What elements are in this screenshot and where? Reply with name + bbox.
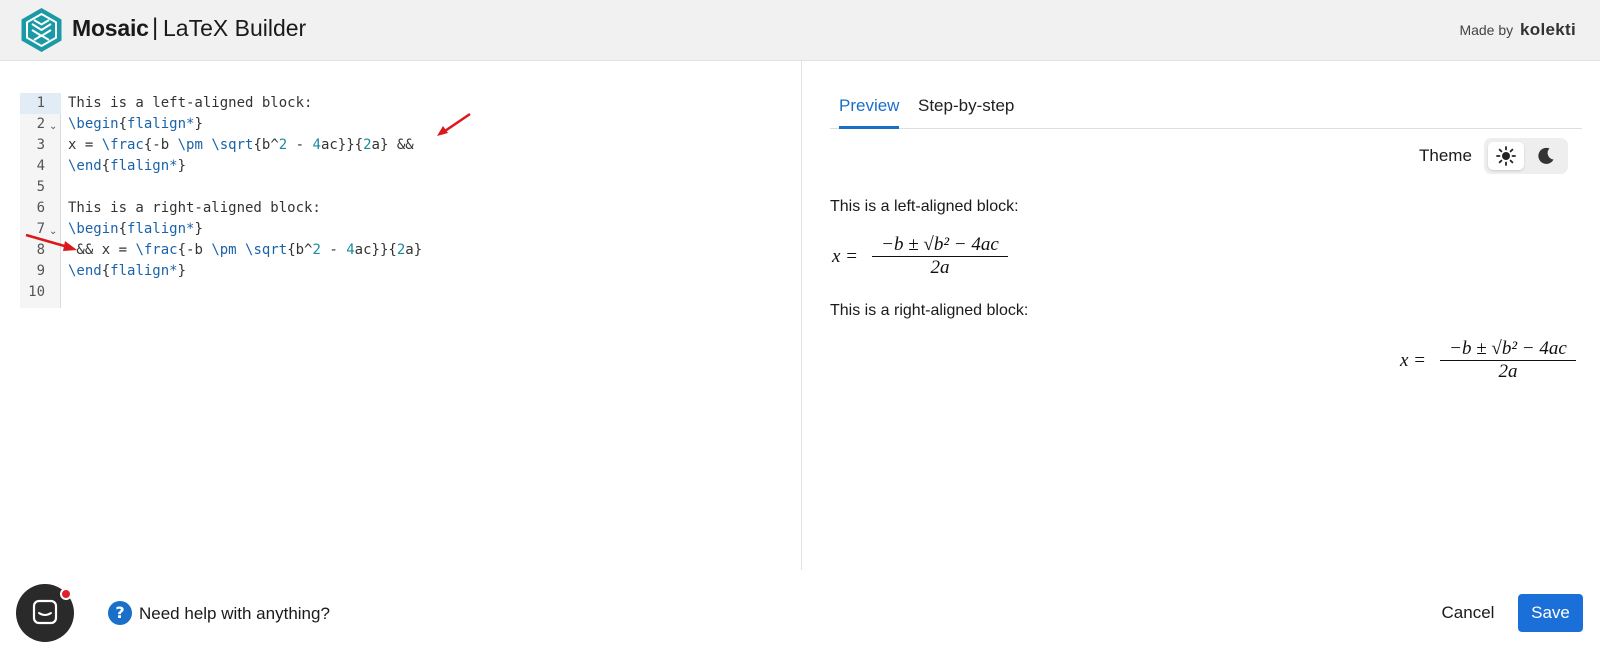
line-number: 5 [36,179,45,195]
notification-badge [60,588,72,600]
light-theme-button[interactable] [1488,142,1524,170]
formula-fraction: −b ± √b² − 4ac 2a [1440,338,1576,383]
line-number-gutter: 1 2 3 4 5 6 7 8 9 10 ⌄ ⌄ [20,93,61,308]
panel-divider [801,61,802,570]
theme-toggle [1484,138,1568,174]
code-line: This is a right-aligned block: [68,200,321,216]
code-line: && x = \frac{-b \pm \sqrt{b^2 - 4ac}}{2a… [68,242,423,258]
formula-lhs: x = [832,246,859,267]
line-number: 3 [36,137,45,153]
cancel-button[interactable]: Cancel [1426,594,1510,632]
made-by-label: Made by [1459,22,1514,38]
right-aligned-formula: x = −b ± √b² − 4ac 2a [1400,338,1580,388]
code-line: x = \frac{-b \pm \sqrt{b^2 - 4ac}}{2a} &… [68,137,414,153]
help-question-icon[interactable]: ? [108,601,132,625]
line-number: 10 [28,284,45,300]
sun-icon [1496,146,1516,166]
line-number: 9 [36,263,45,279]
theme-label: Theme [1419,146,1472,165]
tab-preview[interactable]: Preview [839,95,900,129]
tab-step-by-step[interactable]: Step-by-step [918,95,1014,128]
formula-denominator: 2a [930,257,950,278]
made-by: Made by kolekti [1459,20,1576,40]
formula-lhs: x = [1400,350,1427,371]
title-separator: | [152,14,159,41]
formula-fraction: −b ± √b² − 4ac 2a [872,234,1008,279]
save-button[interactable]: Save [1518,594,1583,632]
formula-denominator: 2a [1498,361,1518,382]
line-number: 2 [36,116,45,132]
code-line: \end{flalign*} [68,263,187,279]
preview-block1-text: This is a left-aligned block: [830,198,1019,215]
moon-icon [1538,147,1554,164]
line-number: 4 [36,158,45,174]
code-line: \begin{flalign*} [68,221,203,237]
app-subtitle: LaTeX Builder [163,15,307,41]
formula-numerator: −b ± √b² − 4ac [1449,338,1567,359]
formula-numerator: −b ± √b² − 4ac [881,234,999,255]
dark-theme-button[interactable] [1528,142,1564,170]
app-header: Mosaic | LaTeX Builder Made by kolekti [0,0,1600,61]
code-line: This is a left-aligned block: [68,95,313,111]
mosaic-logo-icon [21,8,62,52]
annotation-arrow-icon [437,112,471,136]
code-line: \end{flalign*} [68,158,187,174]
code-line: \begin{flalign*} [68,116,203,132]
line-number: 6 [36,200,45,216]
preview-block2-text: This is a right-aligned block: [830,302,1029,319]
made-by-brand[interactable]: kolekti [1520,20,1576,39]
annotation-arrow-icon [25,233,77,251]
line-number: 1 [36,95,45,111]
help-link[interactable]: Need help with anything? [139,604,330,624]
app-name: Mosaic [72,15,149,41]
fold-chevron-icon[interactable]: ⌄ [49,116,57,137]
left-aligned-formula: x = −b ± √b² − 4ac 2a [832,234,1012,284]
preview-tabs: Preview Step-by-step [830,95,1582,129]
latex-code-editor[interactable]: 1 2 3 4 5 6 7 8 9 10 ⌄ ⌄ This is a left-… [20,93,780,308]
